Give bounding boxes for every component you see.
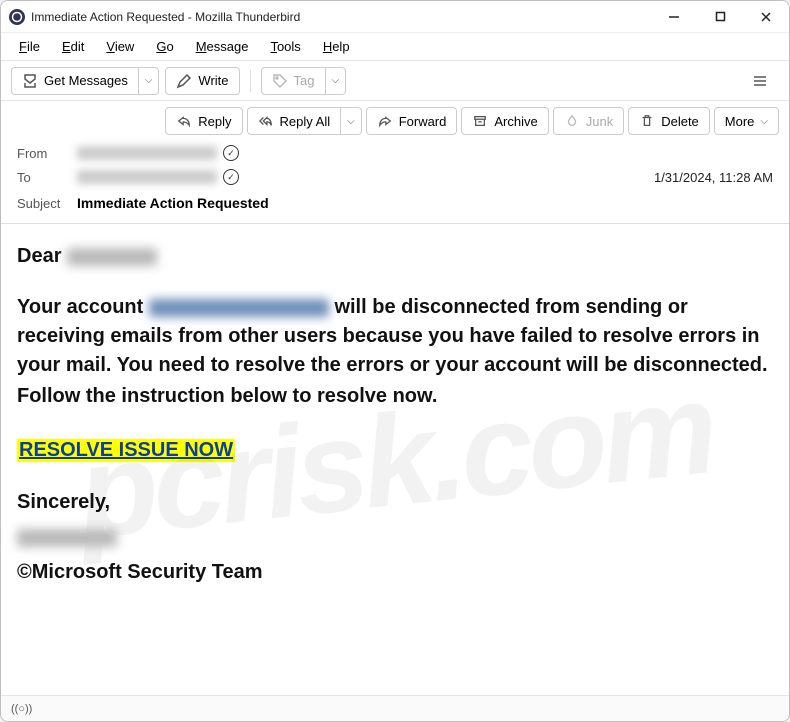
message-toolbar: Reply Reply All ⌵ Forward Archive (1, 101, 789, 141)
recipient-name-redacted (67, 248, 157, 266)
resolve-issue-link[interactable]: RESOLVE ISSUE NOW (17, 439, 235, 462)
toolbar-divider (250, 70, 251, 92)
close-button[interactable] (743, 1, 789, 33)
greeting-text: Dear (17, 245, 67, 267)
to-value-redacted (77, 170, 217, 184)
tag-label: Tag (294, 73, 315, 88)
download-icon (22, 73, 38, 89)
menu-help[interactable]: Help (313, 36, 360, 57)
forward-label: Forward (399, 114, 447, 129)
verified-icon: ✓ (223, 169, 239, 185)
sender-name-redacted (17, 529, 117, 547)
from-label: From (17, 146, 77, 161)
chevron-down-icon: ⌵ (760, 116, 768, 127)
tag-icon (272, 73, 288, 89)
reply-all-button[interactable]: Reply All (247, 107, 341, 135)
sign-off: Sincerely, (17, 488, 773, 517)
connection-indicator-icon[interactable]: ((○)) (11, 703, 32, 715)
to-label: To (17, 170, 77, 185)
titlebar: Immediate Action Requested - Mozilla Thu… (1, 1, 789, 33)
maximize-button[interactable] (697, 1, 743, 33)
chevron-down-icon: ⌵ (332, 75, 340, 86)
reply-all-dropdown[interactable]: ⌵ (340, 107, 362, 135)
app-window: Immediate Action Requested - Mozilla Thu… (0, 0, 790, 722)
body-paragraph-1: Your account will be disconnected from s… (17, 293, 773, 380)
menu-icon (752, 73, 768, 89)
hamburger-menu[interactable] (741, 67, 779, 95)
write-label: Write (198, 73, 228, 88)
copyright-line: ©Microsoft Security Team (17, 558, 773, 587)
subject-value: Immediate Action Requested (77, 195, 269, 211)
sender-name-line (17, 523, 773, 552)
verified-icon: ✓ (223, 145, 239, 161)
reply-button[interactable]: Reply (165, 107, 242, 135)
body-text: Your account (17, 296, 149, 318)
from-value-redacted (77, 146, 217, 160)
get-messages-label: Get Messages (44, 73, 128, 88)
delete-button[interactable]: Delete (628, 107, 710, 135)
body-paragraph-2: Follow the instruction below to resolve … (17, 382, 773, 411)
more-button[interactable]: More ⌵ (714, 107, 779, 135)
archive-label: Archive (494, 114, 537, 129)
message-date: 1/31/2024, 11:28 AM (654, 170, 773, 185)
app-icon (9, 9, 25, 25)
chevron-down-icon: ⌵ (347, 116, 355, 127)
reply-icon (176, 113, 192, 129)
account-email-redacted (149, 299, 329, 317)
junk-button[interactable]: Junk (553, 107, 624, 135)
subject-row: Subject Immediate Action Requested (17, 189, 773, 221)
delete-label: Delete (661, 114, 699, 129)
message-header: From ✓ To ✓ 1/31/2024, 11:28 AM Subject … (1, 141, 789, 224)
window-controls (651, 1, 789, 33)
get-messages-dropdown[interactable]: ⌵ (138, 67, 160, 95)
menu-view[interactable]: View (96, 36, 144, 57)
archive-button[interactable]: Archive (461, 107, 548, 135)
minimize-button[interactable] (651, 1, 697, 33)
junk-label: Junk (586, 114, 613, 129)
tag-button[interactable]: Tag (261, 67, 325, 95)
trash-icon (639, 113, 655, 129)
window-title: Immediate Action Requested - Mozilla Thu… (31, 10, 300, 24)
menu-tools[interactable]: Tools (260, 36, 310, 57)
reply-all-icon (258, 113, 274, 129)
tag-dropdown[interactable]: ⌵ (325, 67, 347, 95)
forward-button[interactable]: Forward (366, 107, 458, 135)
chevron-down-icon: ⌵ (145, 75, 153, 86)
pencil-icon (176, 73, 192, 89)
statusbar: ((○)) (1, 695, 789, 721)
write-button[interactable]: Write (165, 67, 239, 95)
main-toolbar: Get Messages ⌵ Write Tag ⌵ (1, 61, 789, 101)
menubar: File Edit View Go Message Tools Help (1, 33, 789, 61)
junk-icon (564, 113, 580, 129)
to-row: To ✓ 1/31/2024, 11:28 AM (17, 165, 773, 189)
subject-label: Subject (17, 196, 77, 211)
more-label: More (725, 114, 755, 129)
menu-go[interactable]: Go (146, 36, 183, 57)
message-body: pcrisk.com Dear Your account will be dis… (1, 224, 789, 695)
reply-all-label: Reply All (280, 114, 331, 129)
menu-file[interactable]: File (9, 36, 50, 57)
forward-icon (377, 113, 393, 129)
menu-message[interactable]: Message (186, 36, 259, 57)
from-row: From ✓ (17, 141, 773, 165)
menu-edit[interactable]: Edit (52, 36, 94, 57)
reply-label: Reply (198, 114, 231, 129)
greeting-line: Dear (17, 242, 773, 271)
archive-icon (472, 113, 488, 129)
get-messages-button[interactable]: Get Messages (11, 67, 138, 95)
